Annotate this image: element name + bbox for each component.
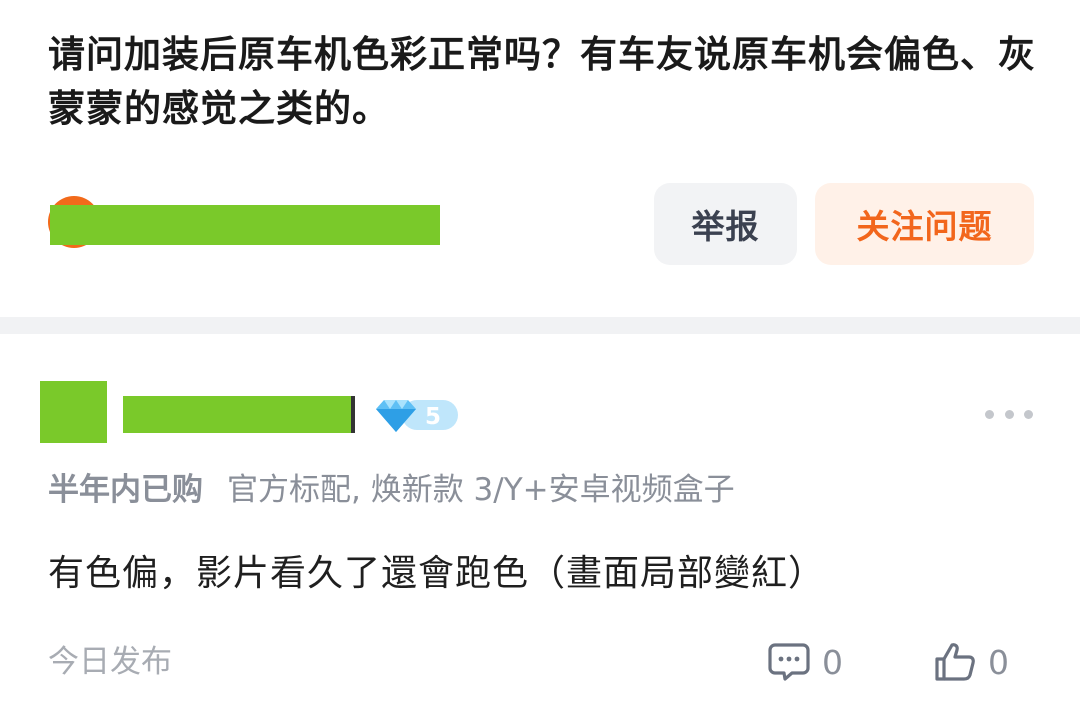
comment-button[interactable]: 0	[768, 638, 843, 686]
purchase-info: 半年内已购 官方标配, 焕新款 3/Y+安卓视频盒子	[48, 468, 735, 512]
answerer-name-redacted[interactable]	[123, 396, 355, 433]
thumbs-up-icon	[935, 643, 975, 681]
like-count: 0	[988, 642, 1009, 682]
posted-time: 今日发布	[48, 644, 172, 680]
level-number: 5	[425, 404, 441, 430]
answer-content: 有色偏，影片看久了還會跑色（畫面局部變紅）	[48, 553, 826, 594]
more-icon[interactable]	[985, 403, 1033, 425]
comment-count: 0	[822, 642, 843, 682]
report-button[interactable]: 举报	[654, 183, 797, 265]
follow-question-button[interactable]: 关注问题	[815, 183, 1034, 265]
asker-name-redacted[interactable]	[50, 205, 440, 245]
purchase-tag: 半年内已购	[48, 472, 203, 508]
diamond-level-icon: 5	[376, 400, 458, 432]
like-button[interactable]: 0	[934, 638, 1009, 686]
answerer-avatar-redacted[interactable]	[40, 381, 107, 443]
user-level-badge: 5	[372, 394, 460, 436]
comment-icon	[768, 643, 810, 681]
section-divider	[0, 317, 1080, 334]
question-title: 请问加装后原车机色彩正常吗？有车友说原车机会偏色、灰蒙蒙的感觉之类的。	[48, 33, 1036, 130]
product-spec: 官方标配, 焕新款 3/Y+安卓视频盒子	[227, 472, 735, 508]
